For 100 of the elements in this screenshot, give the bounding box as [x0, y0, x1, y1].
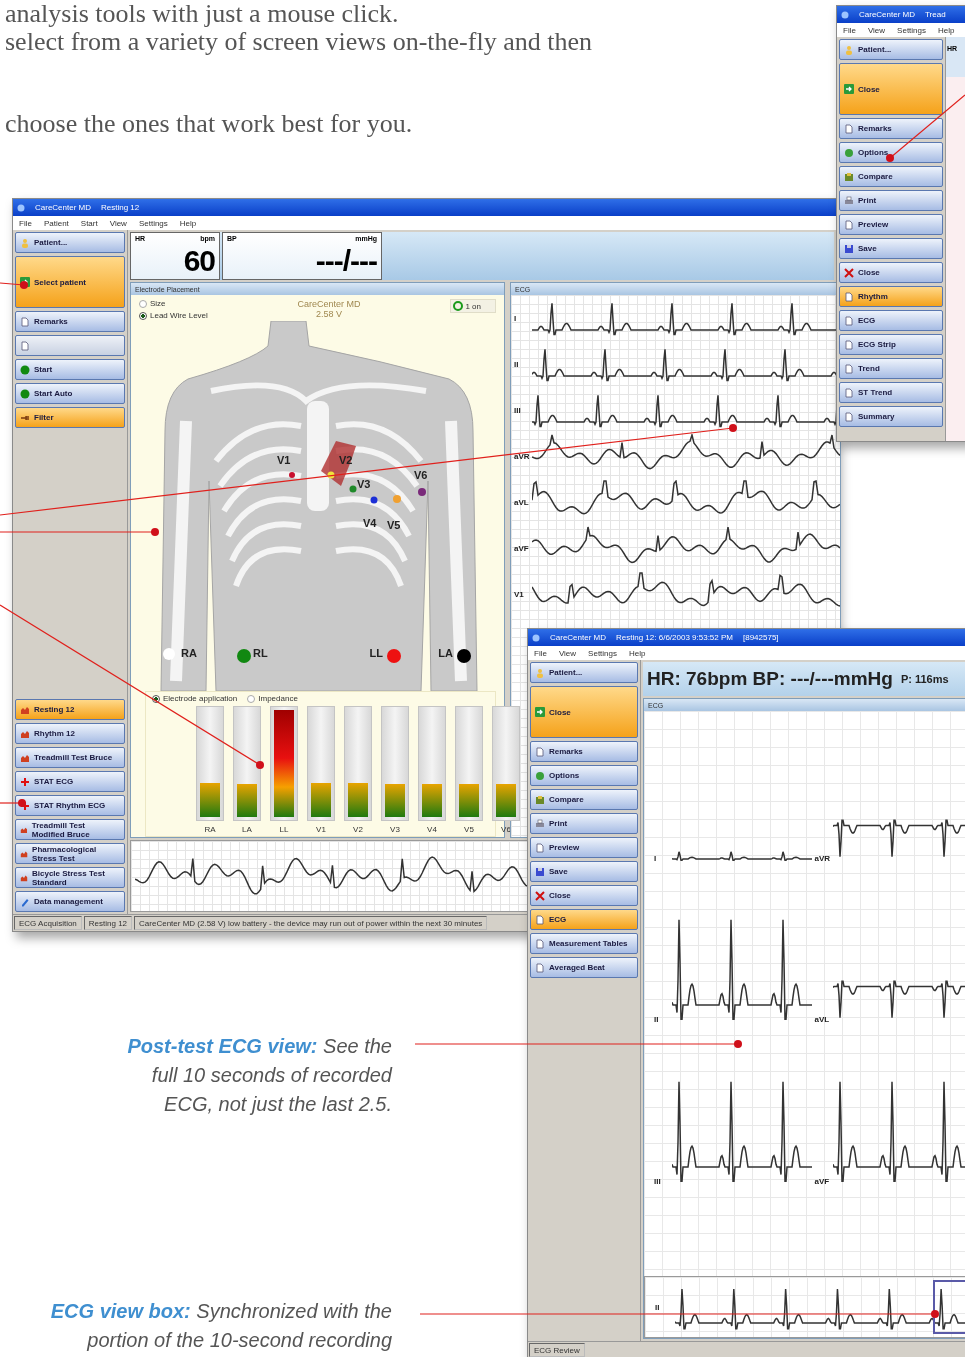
sidebar-button[interactable]: Data management: [15, 891, 125, 912]
lead-label: aVR: [514, 451, 530, 461]
menu-item[interactable]: File: [19, 218, 32, 228]
radio-button[interactable]: [139, 311, 147, 320]
lead-label: aVF: [514, 543, 530, 553]
sidebar-button[interactable]: Close: [530, 686, 638, 738]
vital-value: ---/---: [315, 245, 377, 277]
check-icon: [453, 301, 464, 311]
menu-item[interactable]: Start: [80, 218, 98, 228]
sidebar-button[interactable]: ECG Strip: [839, 334, 943, 355]
record-number: [8942575]: [743, 633, 779, 642]
sidebar-button[interactable]: Rhythm 12: [15, 723, 125, 744]
chart-icon: [20, 704, 30, 715]
bar-label: V6: [501, 825, 511, 834]
sidebar-button[interactable]: Summary: [839, 406, 943, 427]
circle-icon: [844, 147, 854, 158]
bar-label: V4: [427, 825, 437, 834]
menu-item[interactable]: Settings: [138, 218, 168, 228]
menu-item[interactable]: File: [534, 648, 547, 658]
callout-text: ECG view box: Synchronized with the portion of the 10-second recording: [49, 1299, 392, 1353]
interval-text: P: 116ms: [900, 673, 949, 685]
sidebar-button[interactable]: Trend: [839, 358, 943, 379]
sidebar-button[interactable]: Patient...: [15, 232, 125, 253]
window-title: CareCenter MD: [35, 203, 91, 212]
electrode-label: V4: [363, 517, 377, 529]
menu-item[interactable]: Help: [629, 648, 646, 658]
document-icon: [844, 219, 854, 230]
intro-text: choose the ones that work best for you.: [5, 110, 413, 138]
sidebar-button[interactable]: Treadmill Test Bruce: [15, 747, 125, 768]
electrode-label: V6: [414, 469, 428, 481]
sidebar-button[interactable]: Remarks: [839, 118, 943, 139]
window-subtitle: Resting 12: 6/6/2003 9:53:52 PM: [616, 633, 733, 642]
sidebar-button[interactable]: Options: [530, 765, 638, 786]
compare-icon: [535, 794, 545, 805]
sidebar-button[interactable]: Start: [15, 359, 125, 380]
menu-item[interactable]: View: [867, 25, 886, 35]
sidebar-button[interactable]: Treadmill Test Modified Bruce: [15, 819, 125, 840]
menu-item[interactable]: Help: [938, 25, 955, 35]
lead-label: II: [654, 1015, 660, 1025]
sidebar-button[interactable]: STAT ECG: [15, 771, 125, 792]
sidebar-button[interactable]: Preview: [530, 837, 638, 858]
sidebar-button[interactable]: Preview: [839, 214, 943, 235]
menu-item[interactable]: File: [843, 25, 856, 35]
sidebar-button[interactable]: Select patient: [15, 256, 125, 308]
sidebar-button[interactable]: Remarks: [15, 311, 125, 332]
lead-label: II: [514, 359, 520, 369]
sidebar-button[interactable]: Bicycle Stress Test Standard: [15, 867, 125, 888]
sidebar-button[interactable]: Options: [839, 142, 943, 163]
sidebar-button[interactable]: Remarks: [530, 741, 638, 762]
sidebar-button[interactable]: Close: [839, 262, 943, 283]
sidebar-button[interactable]: Print: [530, 813, 638, 834]
arrow-icon: [844, 84, 854, 94]
bar-label: RA: [204, 825, 216, 834]
menu-item[interactable]: Settings: [588, 648, 617, 658]
app-icon: [17, 203, 25, 212]
document-icon: [844, 339, 854, 350]
sidebar-button[interactable]: Resting 12: [15, 699, 125, 720]
sidebar-button[interactable]: Patient...: [530, 662, 638, 683]
status-text: ECG Acquisition: [14, 916, 82, 930]
intro-text: select from a variety of screen views on-the-fly and then: [5, 28, 592, 56]
radio-button[interactable]: [152, 694, 160, 703]
document-icon: [20, 316, 30, 327]
electrode-label: V5: [387, 519, 401, 531]
sidebar-button[interactable]: Patient...: [839, 39, 943, 60]
document-icon: [20, 340, 30, 351]
radio-button[interactable]: [247, 694, 256, 703]
menu-item[interactable]: Help: [179, 218, 197, 228]
sidebar-button[interactable]: ECG: [839, 310, 943, 331]
sidebar-button[interactable]: Filter: [15, 407, 125, 428]
pen-icon: [20, 896, 30, 907]
summary-text: HR: 76bpm BP: ---/---mmHg: [647, 668, 893, 690]
sidebar-button[interactable]: ST Trend: [839, 382, 943, 403]
chart-icon: [20, 752, 30, 763]
sidebar-button[interactable]: Print: [839, 190, 943, 211]
sidebar-button[interactable]: STAT Rhythm ECG: [15, 795, 125, 816]
menu-item[interactable]: View: [109, 218, 127, 228]
menu-item[interactable]: Patient: [43, 218, 69, 228]
sidebar-button[interactable]: Save: [530, 861, 638, 882]
sidebar-button[interactable]: Rhythm: [839, 286, 943, 307]
menu-item[interactable]: View: [558, 648, 577, 658]
bar-label: LA: [242, 825, 252, 834]
person-icon: [20, 237, 30, 248]
radio-button[interactable]: [139, 299, 147, 308]
sidebar-button[interactable]: Close: [839, 63, 943, 115]
sidebar-button[interactable]: Compare: [530, 789, 638, 810]
sidebar-button[interactable]: ECG: [530, 909, 638, 930]
sidebar-button[interactable]: Save: [839, 238, 943, 259]
sidebar-button[interactable]: Measurement Tables: [530, 933, 638, 954]
option-label: Size: [150, 299, 166, 308]
sidebar-button[interactable]: Averaged Beat: [530, 957, 638, 978]
status-text: 1 on: [465, 301, 481, 311]
sidebar-button[interactable]: Close: [530, 885, 638, 906]
close-icon: [844, 267, 854, 278]
sidebar-button[interactable]: Compare: [839, 166, 943, 187]
option-label: Impedance: [258, 694, 298, 703]
sidebar-button[interactable]: Pharmacological Stress Test: [15, 843, 125, 864]
menu-item[interactable]: Settings: [897, 25, 926, 35]
sidebar-button[interactable]: Start Auto: [15, 383, 125, 404]
person-icon: [535, 667, 545, 678]
document-icon: [844, 315, 854, 326]
